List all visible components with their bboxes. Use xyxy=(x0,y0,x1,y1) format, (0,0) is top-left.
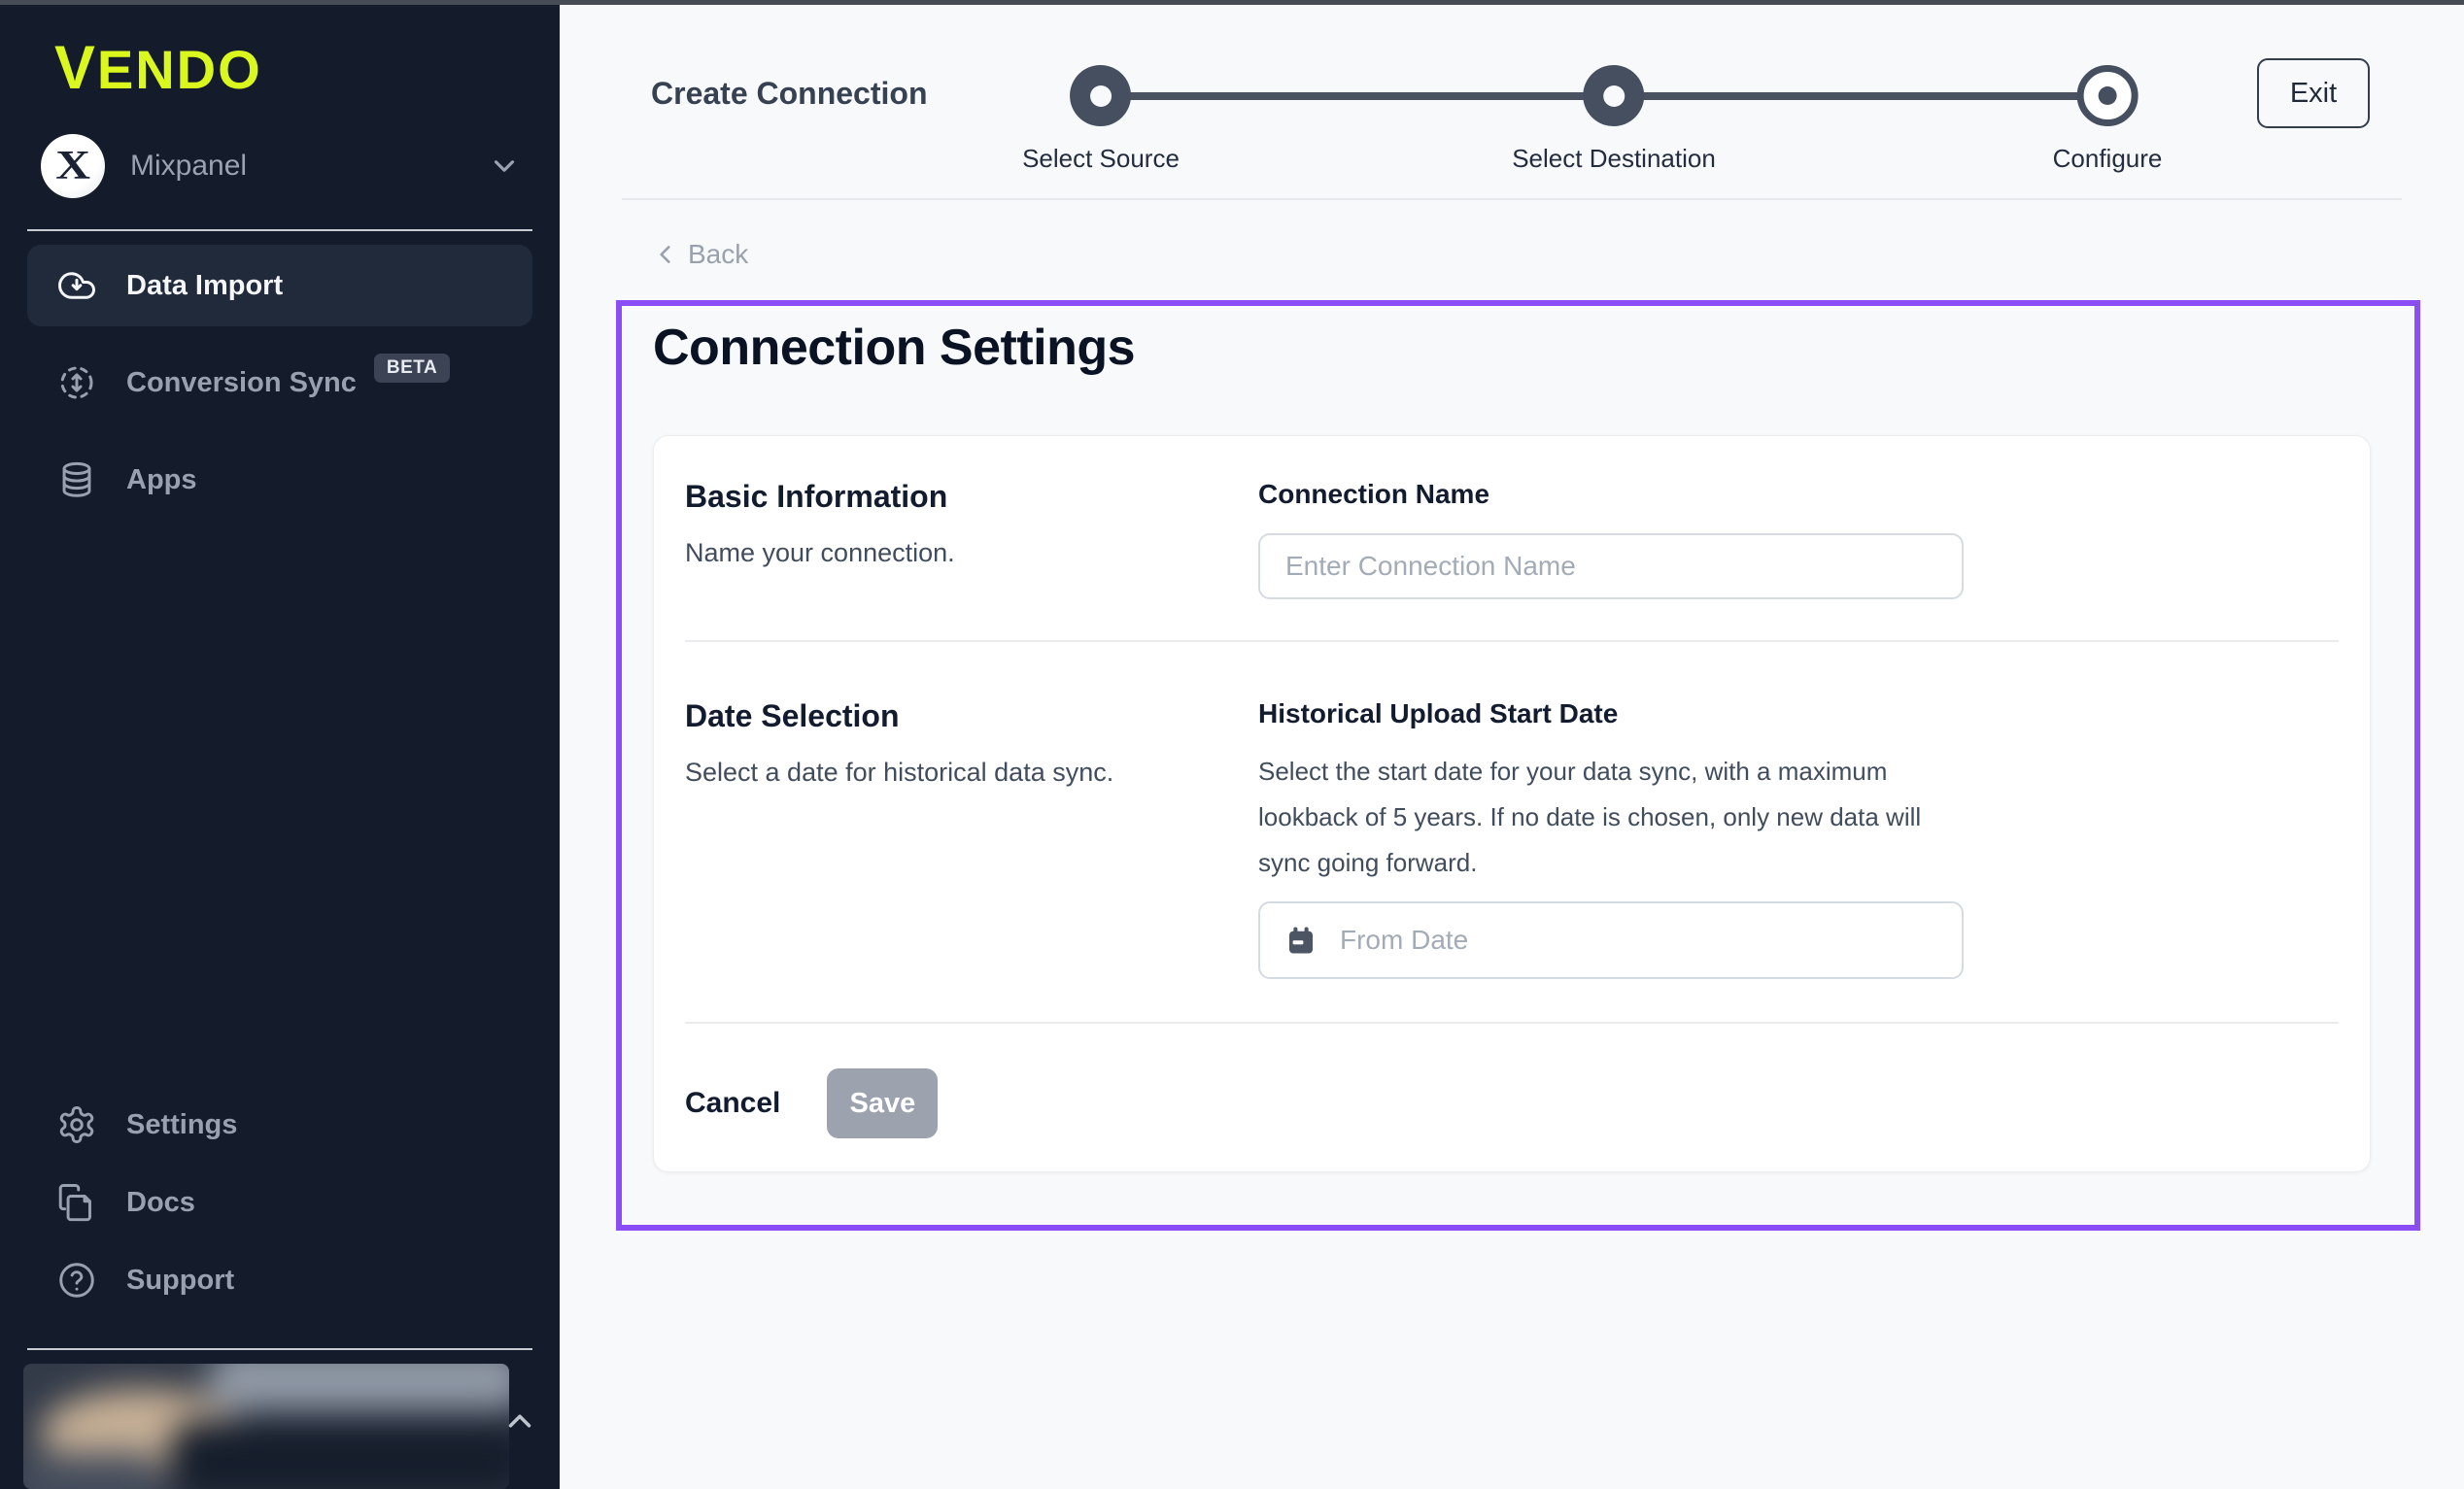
sidebar-item-docs[interactable]: Docs xyxy=(27,1164,532,1241)
beta-badge: BETA xyxy=(374,354,450,383)
connection-name-label: Connection Name xyxy=(1258,479,1964,510)
field-help-text: Select the start date for your data sync… xyxy=(1258,749,1964,886)
sidebar-divider-top xyxy=(27,229,532,231)
step-label: Configure xyxy=(2053,144,2163,174)
mixpanel-logo-icon: X xyxy=(41,134,105,198)
historical-upload-start-date-label: Historical Upload Start Date xyxy=(1258,698,1964,729)
calendar-icon xyxy=(1283,923,1318,958)
section-description: Name your connection. xyxy=(685,538,1258,568)
sidebar-item-label: Docs xyxy=(126,1187,195,1219)
docs-icon xyxy=(56,1182,97,1223)
gear-icon xyxy=(56,1104,97,1145)
conversion-sync-icon xyxy=(56,362,97,403)
sidebar-item-data-import[interactable]: Data Import xyxy=(27,245,532,326)
settings-card: Basic Information Name your connection. … xyxy=(653,435,2371,1172)
sidebar-item-apps[interactable]: Apps xyxy=(27,439,532,521)
panel-title: Connection Settings xyxy=(653,319,1135,377)
sidebar-item-label: Data Import xyxy=(126,270,283,302)
step-configure[interactable]: Configure xyxy=(2053,65,2163,174)
cloud-download-icon xyxy=(56,265,97,306)
sidebar: VENDO X Mixpanel Data Import Conversion … xyxy=(0,0,560,1489)
section-title: Date Selection xyxy=(685,698,1258,734)
section-description: Select a date for historical data sync. xyxy=(685,758,1258,788)
sidebar-item-settings[interactable]: Settings xyxy=(27,1086,532,1164)
actions-row: Cancel Save xyxy=(685,1024,2339,1171)
chevron-down-icon xyxy=(488,150,521,183)
sidebar-nav: Data Import Conversion Sync BETA Apps xyxy=(27,245,532,536)
back-label: Back xyxy=(688,239,748,270)
step-dot xyxy=(2076,65,2138,126)
sidebar-item-label: Support xyxy=(126,1265,234,1297)
page-title: Create Connection xyxy=(651,76,927,112)
chevron-up-icon[interactable] xyxy=(501,1403,538,1439)
step-label: Select Destination xyxy=(1512,144,1716,174)
step-dot xyxy=(1584,65,1645,126)
sidebar-item-label: Settings xyxy=(126,1109,237,1141)
sidebar-divider-bottom xyxy=(27,1348,532,1350)
from-date-input[interactable] xyxy=(1340,925,1938,956)
section-title: Basic Information xyxy=(685,479,1258,515)
workspace-name: Mixpanel xyxy=(130,150,488,183)
header-divider xyxy=(622,198,2402,200)
user-profile-blur-content xyxy=(23,1364,509,1489)
cancel-button[interactable]: Cancel xyxy=(685,1087,780,1120)
step-label: Select Source xyxy=(1022,144,1180,174)
step-select-destination[interactable]: Select Destination xyxy=(1512,65,1716,174)
sidebar-item-conversion-sync[interactable]: Conversion Sync BETA xyxy=(27,342,532,423)
user-profile-blurred[interactable] xyxy=(23,1364,509,1489)
question-circle-icon xyxy=(56,1260,97,1301)
date-selection-section: Date Selection Select a date for histori… xyxy=(685,642,2339,1024)
sidebar-item-label: Apps xyxy=(126,464,197,496)
basic-information-section: Basic Information Name your connection. … xyxy=(685,436,2339,642)
chevron-left-icon xyxy=(653,242,678,267)
from-date-field[interactable] xyxy=(1258,901,1964,979)
main-content: Create Connection Select Source Select D… xyxy=(560,0,2464,1489)
exit-button[interactable]: Exit xyxy=(2257,58,2370,128)
sidebar-item-label: Conversion Sync xyxy=(126,367,357,399)
workspace-switcher[interactable]: X Mixpanel xyxy=(41,132,521,200)
step-dot xyxy=(1071,65,1132,126)
sidebar-item-support[interactable]: Support xyxy=(27,1241,532,1319)
app-window: VENDO X Mixpanel Data Import Conversion … xyxy=(0,0,2464,1489)
save-button[interactable]: Save xyxy=(827,1068,938,1138)
database-icon xyxy=(56,459,97,500)
connection-settings-panel: Connection Settings Basic Information Na… xyxy=(616,300,2420,1231)
window-top-edge xyxy=(0,0,2464,5)
vendo-logo: VENDO xyxy=(54,33,262,103)
step-select-source[interactable]: Select Source xyxy=(1022,65,1180,174)
back-link[interactable]: Back xyxy=(653,239,748,270)
sidebar-footer-nav: Settings Docs Support xyxy=(27,1086,532,1319)
connection-name-input[interactable] xyxy=(1258,533,1964,599)
